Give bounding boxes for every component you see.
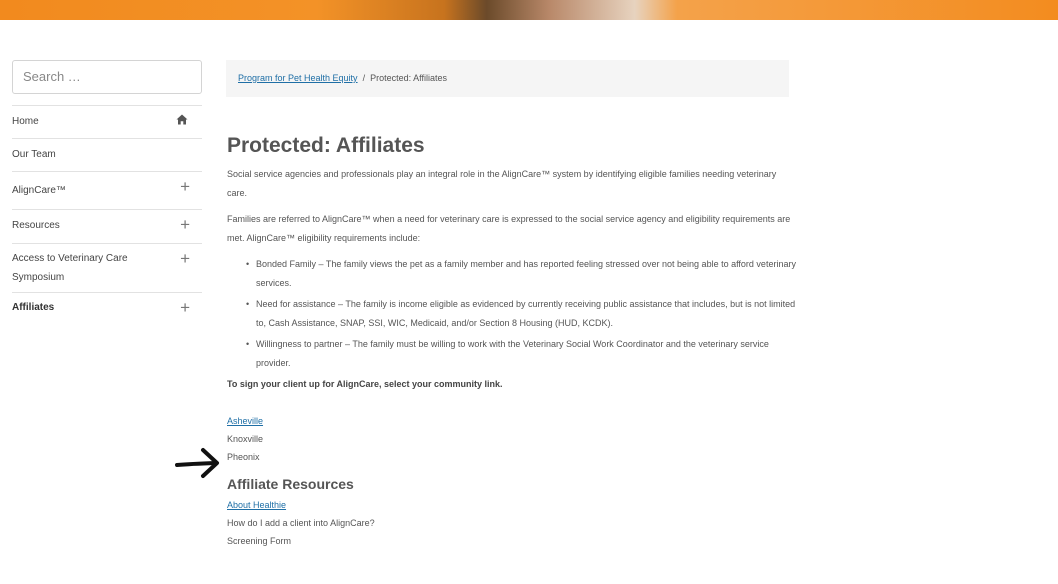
sidebar-item-label: Home (12, 116, 39, 127)
sidebar-item-symposium[interactable]: Access to Veterinary Care Symposium + (12, 243, 202, 292)
home-icon[interactable] (176, 112, 188, 130)
intro-paragraph: Social service agencies and professional… (227, 169, 777, 198)
arrow-annotation-icon (175, 448, 219, 478)
resource-link-about-healthie[interactable]: About Healthie (227, 496, 797, 514)
sidebar-nav: Home Our Team AlignCare™ + Resources + A… (12, 105, 202, 324)
header-banner (0, 0, 1058, 20)
sidebar-item-label: Our Team (12, 149, 56, 160)
resource-add-client: How do I add a client into AlignCare? (227, 518, 375, 528)
list-item: Need for assistance – The family is inco… (243, 295, 797, 333)
signup-instruction: To sign your client up for AlignCare, se… (227, 379, 503, 389)
breadcrumb-separator: / (362, 73, 366, 83)
plus-icon[interactable]: + (180, 250, 190, 268)
sidebar-item-label: Resources (12, 220, 60, 231)
plus-icon[interactable]: + (180, 299, 190, 317)
sidebar-item-label: Access to Veterinary Care Symposium (12, 253, 128, 283)
breadcrumb-parent-link[interactable]: Program for Pet Health Equity (238, 73, 358, 83)
sidebar-item-label: Affiliates (12, 302, 55, 313)
plus-icon[interactable]: + (180, 178, 190, 196)
list-item: Bonded Family – The family views the pet… (243, 255, 797, 293)
community-knoxville: Knoxville (227, 434, 264, 444)
search-input[interactable]: Search … (12, 60, 202, 94)
resource-screening-form: Screening Form (227, 536, 292, 546)
plus-icon[interactable]: + (180, 216, 190, 234)
sidebar-item-our-team[interactable]: Our Team (12, 138, 202, 171)
resources-heading: Affiliate Resources (227, 476, 354, 492)
resource-links: About Healthie How do I add a client int… (227, 496, 797, 550)
sidebar-item-home[interactable]: Home (12, 105, 202, 138)
page-title: Protected: Affiliates (227, 134, 425, 157)
main-content: Protected: Affiliates Social service age… (227, 133, 797, 550)
list-item: Willingness to partner – The family must… (243, 335, 797, 373)
community-link-asheville[interactable]: Asheville (227, 412, 797, 430)
sidebar-item-resources[interactable]: Resources + (12, 209, 202, 243)
breadcrumb-current: Protected: Affiliates (370, 73, 447, 83)
referral-paragraph: Families are referred to AlignCare™ when… (227, 214, 791, 243)
sidebar-item-label: AlignCare™ (12, 185, 66, 196)
community-links: Asheville Knoxville Pheonix (227, 412, 797, 466)
sidebar-item-aligncare[interactable]: AlignCare™ + (12, 171, 202, 209)
sidebar-item-affiliates[interactable]: Affiliates + (12, 292, 202, 324)
requirements-list: Bonded Family – The family views the pet… (243, 255, 797, 373)
community-pheonix: Pheonix (227, 452, 260, 462)
breadcrumb: Program for Pet Health Equity / Protected:… (226, 60, 789, 97)
